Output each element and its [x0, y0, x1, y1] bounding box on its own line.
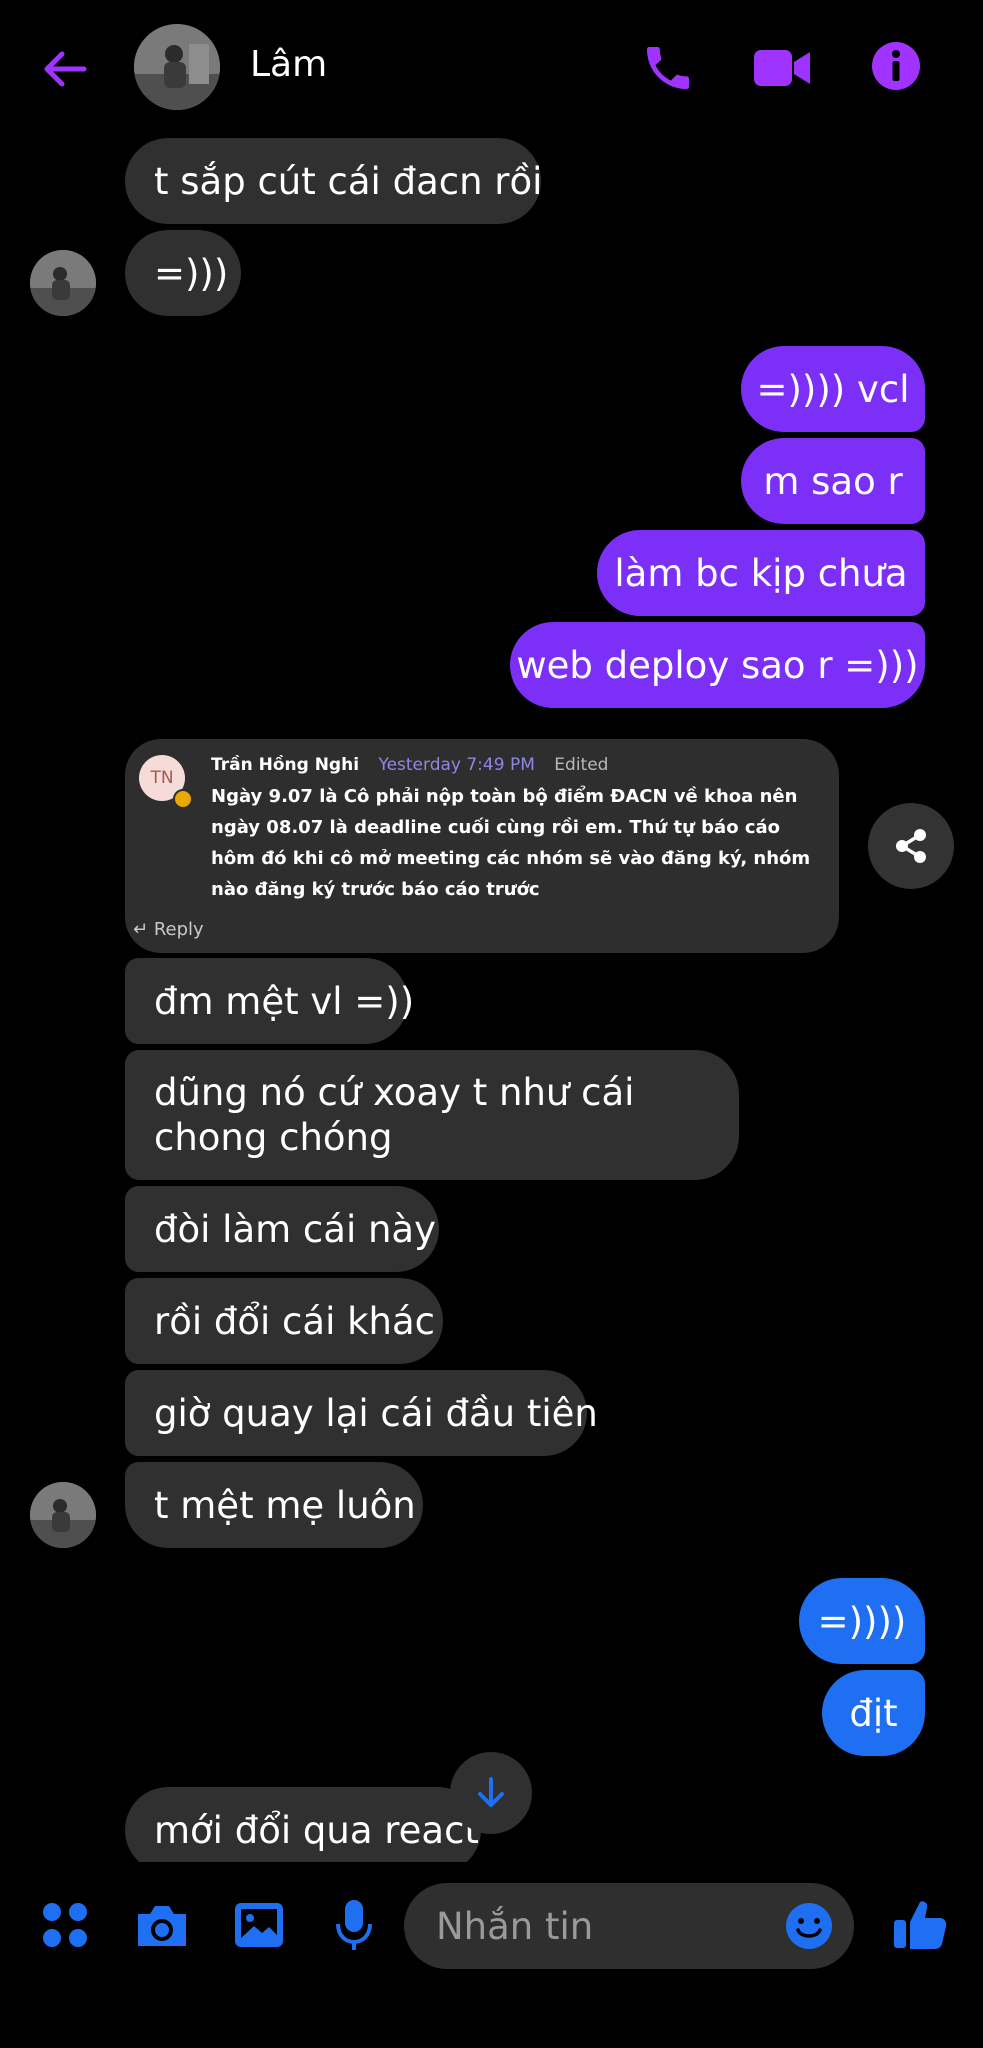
back-arrow-icon[interactable] [38, 42, 92, 96]
phone-icon[interactable] [640, 40, 696, 96]
reply-label: Reply [153, 919, 204, 940]
message-input-box[interactable] [404, 1883, 854, 1969]
message-incoming[interactable]: mới đổi qua react [125, 1787, 481, 1873]
sender-avatar[interactable] [30, 1482, 96, 1548]
message-incoming[interactable]: giờ quay lại cái đầu tiên [125, 1370, 598, 1456]
message-input[interactable] [434, 1903, 758, 1949]
message-incoming[interactable]: đòi làm cái này [125, 1186, 439, 1272]
thumbs-up-icon[interactable] [892, 1896, 948, 1952]
arrow-down-icon [478, 1777, 504, 1807]
message-incoming[interactable]: t mệt mẹ luôn [125, 1462, 423, 1548]
reply-link[interactable]: ↵ Reply [133, 919, 204, 940]
emoji-icon[interactable] [784, 1901, 834, 1951]
apps-icon[interactable] [40, 1900, 90, 1950]
message-incoming[interactable]: t sắp cút cái đacn rồi [125, 138, 542, 224]
contact-name[interactable]: Lâm [250, 44, 327, 85]
message-outgoing[interactable]: làm bc kịp chưa [597, 530, 925, 616]
microphone-icon[interactable] [334, 1898, 374, 1954]
shared-message-text: Ngày 9.07 là Cô phải nộp toàn bộ điểm ĐA… [211, 786, 811, 900]
share-icon [896, 829, 926, 863]
share-button[interactable] [868, 803, 954, 889]
image-icon[interactable] [232, 1900, 286, 1950]
chat-header: Lâm [0, 0, 983, 136]
message-outgoing[interactable]: =)))) [799, 1578, 925, 1664]
shared-timestamp: Yesterday 7:49 PM [378, 755, 535, 775]
message-incoming[interactable]: đm mệt vl =)) [125, 958, 414, 1044]
camera-icon[interactable] [134, 1900, 190, 1952]
shared-message-meta: Trần Hồng Nghi Yesterday 7:49 PM Edited [211, 755, 608, 775]
shared-message-card[interactable]: TN Trần Hồng Nghi Yesterday 7:49 PM Edit… [125, 739, 839, 953]
contact-avatar[interactable] [134, 24, 220, 110]
message-incoming[interactable]: rồi đổi cái khác [125, 1278, 443, 1364]
shared-author-name: Trần Hồng Nghi [211, 755, 360, 775]
message-outgoing[interactable]: web deploy sao r =))) [510, 622, 925, 708]
message-outgoing[interactable]: m sao r [741, 438, 925, 524]
message-outgoing[interactable]: =)))) vcl [741, 346, 925, 432]
info-icon[interactable] [870, 40, 922, 92]
sender-avatar[interactable] [30, 250, 96, 316]
message-incoming[interactable]: =))) [125, 230, 241, 316]
status-dot [173, 789, 193, 809]
edited-label: Edited [554, 755, 609, 775]
message-incoming[interactable]: dũng nó cứ xoay t như cái chong chóng [125, 1050, 739, 1180]
video-camera-icon[interactable] [752, 42, 812, 94]
scroll-to-bottom-button[interactable] [450, 1752, 532, 1834]
reply-arrow-icon: ↵ [133, 919, 149, 940]
message-outgoing[interactable]: địt [822, 1670, 925, 1756]
